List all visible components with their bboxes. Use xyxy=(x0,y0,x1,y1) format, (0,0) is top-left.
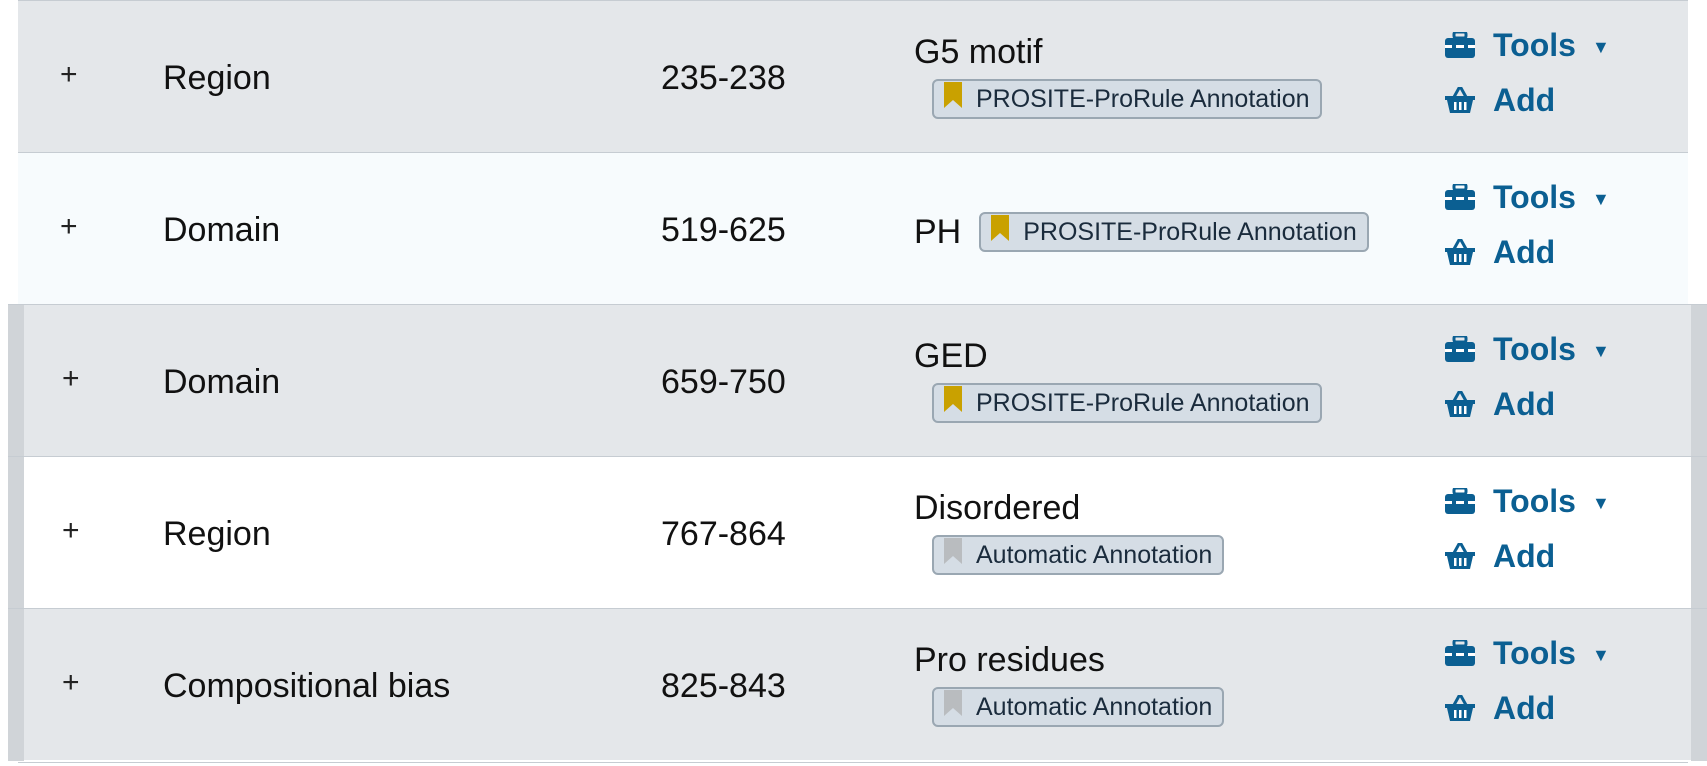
bookmark-icon xyxy=(991,215,1010,241)
caret-down-icon: ▼ xyxy=(1591,340,1610,361)
evidence-badge[interactable]: PROSITE-ProRule Annotation xyxy=(932,383,1322,423)
add-button[interactable]: Add xyxy=(1445,382,1645,426)
evidence-label: PROSITE-ProRule Annotation xyxy=(976,388,1310,417)
tools-label: Tools xyxy=(1493,482,1576,519)
basket-icon xyxy=(1445,87,1475,113)
feature-position: 519-625 xyxy=(661,211,786,249)
evidence-badge[interactable]: PROSITE-ProRule Annotation xyxy=(979,212,1369,252)
feature-type: Region xyxy=(163,59,271,97)
add-button[interactable]: Add xyxy=(1445,78,1645,122)
basket-icon xyxy=(1445,391,1475,417)
basket-icon xyxy=(1445,695,1475,721)
table-row: + Domain 519-625 PH PROSITE-ProRule Anno… xyxy=(18,152,1688,304)
feature-type: Domain xyxy=(163,211,281,249)
expand-button[interactable]: + xyxy=(60,57,100,93)
bookmark-icon xyxy=(944,690,962,716)
feature-type: Region xyxy=(163,515,271,553)
toolbox-icon xyxy=(1445,488,1475,514)
row-scroll-gutter xyxy=(8,609,24,761)
expand-button[interactable]: + xyxy=(62,361,102,397)
caret-down-icon: ▼ xyxy=(1591,36,1610,57)
add-label: Add xyxy=(1493,81,1556,118)
row-actions: Tools ▼ Add xyxy=(1445,631,1645,741)
row-scroll-gutter xyxy=(8,305,24,457)
bookmark-icon xyxy=(944,538,962,564)
tools-button[interactable]: Tools ▼ xyxy=(1445,175,1645,219)
add-label: Add xyxy=(1493,537,1556,574)
description-text: PH xyxy=(914,213,962,251)
row-actions: Tools ▼ Add xyxy=(1445,327,1645,437)
description-text: G5 motif xyxy=(914,33,1043,71)
tools-label: Tools xyxy=(1493,178,1576,215)
add-label: Add xyxy=(1493,233,1556,270)
tools-label: Tools xyxy=(1493,26,1576,63)
toolbox-icon xyxy=(1445,640,1475,666)
description-text: Pro residues xyxy=(914,641,1105,679)
table-row: + Domain 659-750 GED PROSITE-ProRule Ann… xyxy=(8,304,1707,457)
bookmark-icon xyxy=(944,82,962,108)
tools-button[interactable]: Tools ▼ xyxy=(1445,23,1645,67)
evidence-label: Automatic Annotation xyxy=(976,540,1213,569)
toolbox-icon xyxy=(1445,184,1475,210)
caret-down-icon: ▼ xyxy=(1591,492,1610,513)
feature-position: 767-864 xyxy=(661,515,786,553)
expand-button[interactable]: + xyxy=(62,513,102,549)
evidence-label: PROSITE-ProRule Annotation xyxy=(1023,217,1357,246)
tools-button[interactable]: Tools ▼ xyxy=(1445,479,1645,523)
table-row: + Region 767-864 Disordered Automatic An… xyxy=(8,456,1707,609)
evidence-badge[interactable]: PROSITE-ProRule Annotation xyxy=(932,79,1322,119)
feature-position: 235-238 xyxy=(661,59,786,97)
tools-button[interactable]: Tools ▼ xyxy=(1445,327,1645,371)
description-text: GED xyxy=(914,337,988,375)
bookmark-icon xyxy=(944,386,962,412)
feature-type: Compositional bias xyxy=(163,667,451,705)
row-scroll-gutter xyxy=(1691,305,1707,457)
description-text: Disordered xyxy=(914,489,1081,527)
caret-down-icon: ▼ xyxy=(1591,188,1610,209)
feature-description: Disordered Automatic Annotation xyxy=(914,487,1434,607)
toolbox-icon xyxy=(1445,32,1475,58)
feature-description: Pro residues Automatic Annotation xyxy=(914,639,1434,759)
caret-down-icon: ▼ xyxy=(1591,644,1610,665)
feature-description: GED PROSITE-ProRule Annotation xyxy=(914,335,1434,455)
tools-label: Tools xyxy=(1493,634,1576,671)
row-scroll-gutter xyxy=(1691,457,1707,609)
add-button[interactable]: Add xyxy=(1445,534,1645,578)
add-label: Add xyxy=(1493,385,1556,422)
feature-position: 659-750 xyxy=(661,363,786,401)
feature-type: Domain xyxy=(163,363,281,401)
expand-button[interactable]: + xyxy=(62,665,102,701)
basket-icon xyxy=(1445,543,1475,569)
features-table: + Region 235-238 G5 motif PROSITE-ProRul… xyxy=(0,0,1707,766)
row-scroll-gutter xyxy=(1691,609,1707,761)
add-button[interactable]: Add xyxy=(1445,686,1645,730)
add-button[interactable]: Add xyxy=(1445,230,1645,274)
row-actions: Tools ▼ Add xyxy=(1445,175,1645,285)
feature-description: G5 motif PROSITE-ProRule Annotation xyxy=(914,31,1434,151)
evidence-label: Automatic Annotation xyxy=(976,692,1213,721)
toolbox-icon xyxy=(1445,336,1475,362)
feature-position: 825-843 xyxy=(661,667,786,705)
expand-button[interactable]: + xyxy=(60,209,100,245)
evidence-badge[interactable]: Automatic Annotation xyxy=(932,535,1225,575)
tools-label: Tools xyxy=(1493,330,1576,367)
evidence-badge[interactable]: Automatic Annotation xyxy=(932,687,1225,727)
table-row: + Region 235-238 G5 motif PROSITE-ProRul… xyxy=(18,0,1688,152)
tools-button[interactable]: Tools ▼ xyxy=(1445,631,1645,675)
table-row: + Compositional bias 825-843 Pro residue… xyxy=(8,608,1707,761)
row-actions: Tools ▼ Add xyxy=(1445,479,1645,589)
row-actions: Tools ▼ Add xyxy=(1445,23,1645,133)
add-label: Add xyxy=(1493,689,1556,726)
row-scroll-gutter xyxy=(8,457,24,609)
basket-icon xyxy=(1445,239,1475,265)
table-bottom-border xyxy=(18,762,1688,763)
evidence-label: PROSITE-ProRule Annotation xyxy=(976,84,1310,113)
